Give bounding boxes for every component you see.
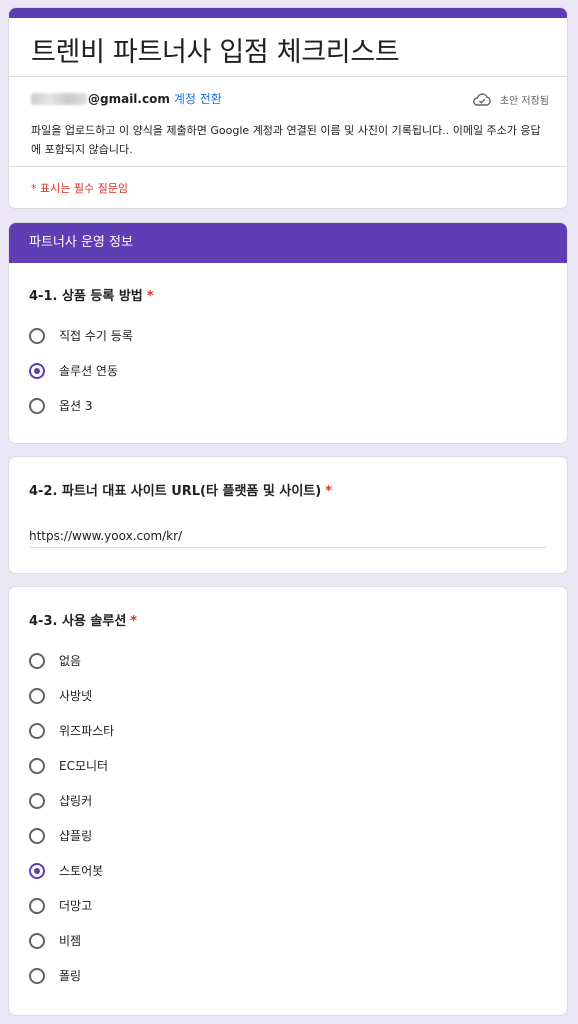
radio-selected-icon[interactable]: [29, 362, 45, 379]
email-domain: @gmail.com: [88, 91, 170, 106]
radio-selected-icon[interactable]: [29, 862, 45, 879]
required-star: *: [146, 289, 154, 304]
radio-option-label: 비젬: [59, 934, 82, 948]
question-title: 4-1. 상품 등록 방법 *: [29, 285, 154, 304]
radio-unselected-icon[interactable]: [29, 722, 45, 739]
form-header-card: 트렌비 파트너사 입점 체크리스트 @gmail.com 계정 전환 초안 저장…: [8, 7, 568, 209]
question-title-text: 4-2. 파트너 대표 사이트 URL(타 플랫폼 및 사이트): [29, 484, 322, 499]
radio-option[interactable]: 위즈파스타: [29, 722, 114, 739]
radio-unselected-icon[interactable]: [29, 327, 45, 344]
radio-option-label: 직접 수기 등록: [59, 329, 133, 343]
radio-option-label: 사방넷: [59, 689, 93, 703]
radio-option[interactable]: 비젬: [29, 932, 81, 949]
question-4-3-card: 4-3. 사용 솔루션 * 없음사방넷위즈파스타 EC모니터샵링커샵플링스토어봇더망…: [8, 586, 568, 1016]
notice-divider: [9, 166, 567, 167]
question-title: 4-3. 사용 솔루션 *: [29, 610, 137, 629]
radio-option-label: 솔루션 연동: [59, 364, 119, 378]
radio-option[interactable]: EC모니터: [29, 757, 108, 774]
radio-option[interactable]: 더망고: [29, 897, 92, 914]
privacy-notice: 파일을 업로드하고 이 양식을 제출하면 Google 계정과 연결된 이름 및…: [31, 124, 541, 156]
radio-option[interactable]: 스토어봇: [29, 862, 103, 879]
question-title: 4-2. 파트너 대표 사이트 URL(타 플랫폼 및 사이트) *: [29, 480, 332, 499]
radio-option-label: 샵링커: [59, 794, 93, 808]
radio-unselected-icon[interactable]: [29, 397, 45, 414]
header-accent-bar: [9, 8, 567, 18]
radio-unselected-icon[interactable]: [29, 967, 45, 984]
radio-option-label: 위즈파스타: [59, 724, 115, 738]
radio-option-label: 스토어봇: [59, 864, 104, 878]
radio-option-label: 옵션 3: [59, 399, 93, 413]
radio-option[interactable]: 샵플링: [29, 827, 92, 844]
radio-unselected-icon[interactable]: [29, 792, 45, 809]
question-4-2-card: 4-2. 파트너 대표 사이트 URL(타 플랫폼 및 사이트) *: [8, 456, 568, 574]
radio-option[interactable]: 폴링: [29, 967, 81, 984]
radio-option-label: EC모니터: [59, 759, 109, 773]
cloud-saved-icon: [472, 92, 491, 106]
radio-option[interactable]: 옵션 3: [29, 397, 93, 414]
radio-option-label: 폴링: [59, 969, 82, 983]
radio-option-label: 샵플링: [59, 829, 93, 843]
radio-option[interactable]: 솔루션 연동: [29, 362, 118, 379]
radio-option-label: 없음: [59, 654, 82, 668]
radio-option-label: 더망고: [59, 899, 93, 913]
radio-option[interactable]: 직접 수기 등록: [29, 327, 133, 344]
radio-unselected-icon[interactable]: [29, 652, 45, 669]
account-row: @gmail.com 계정 전환: [31, 90, 222, 107]
radio-unselected-icon[interactable]: [29, 932, 45, 949]
header-divider: [9, 76, 567, 77]
switch-account-link[interactable]: 계정 전환: [174, 90, 222, 107]
site-url-input[interactable]: [29, 525, 547, 548]
question-title-text: 4-3. 사용 솔루션: [29, 614, 127, 629]
radio-unselected-icon[interactable]: [29, 757, 45, 774]
draft-status-label: 초안 저장됨: [499, 96, 549, 107]
section-header: 파트너사 운영 정보: [9, 223, 567, 263]
question-title-text: 4-1. 상품 등록 방법: [29, 289, 143, 304]
required-star: *: [130, 614, 138, 629]
form-title: 트렌비 파트너사 입점 체크리스트: [31, 37, 400, 68]
radio-option[interactable]: 사방넷: [29, 687, 92, 704]
question-4-1-card: 파트너사 운영 정보 4-1. 상품 등록 방법 * 직접 수기 등록솔루션 연동…: [8, 222, 568, 444]
radio-unselected-icon[interactable]: [29, 687, 45, 704]
radio-option[interactable]: 없음: [29, 652, 81, 669]
radio-unselected-icon[interactable]: [29, 827, 45, 844]
radio-unselected-icon[interactable]: [29, 897, 45, 914]
required-note: * 표시는 필수 질문임: [31, 182, 128, 195]
draft-status: 초안 저장됨: [472, 92, 549, 107]
redacted-email: [31, 92, 87, 105]
required-star: *: [325, 484, 333, 499]
radio-option[interactable]: 샵링커: [29, 792, 92, 809]
